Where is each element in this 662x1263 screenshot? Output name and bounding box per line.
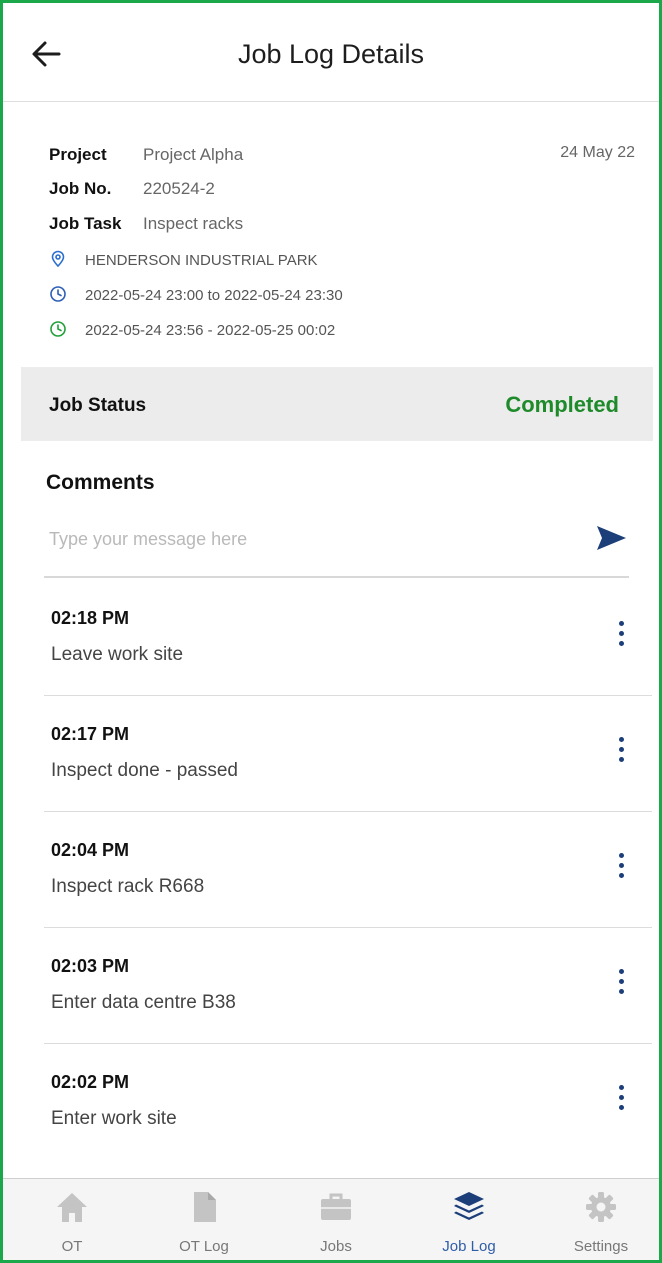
comment-time: 02:02 PM (51, 1072, 130, 1092)
comment-item: 02:02 PM Enter work site (44, 1043, 652, 1159)
gear-icon (586, 1192, 616, 1222)
bottom-navigation: OT OT Log Jobs Job Log Settings (3, 1178, 659, 1260)
nav-label: Jobs (320, 1238, 352, 1255)
input-underline (44, 576, 629, 578)
comment-time: 02:03 PM (51, 956, 130, 976)
scheduled-time-text: 2022-05-24 23:00 to 2022-05-24 23:30 (85, 287, 343, 304)
nav-label: OT (61, 1238, 83, 1255)
more-options-icon[interactable] (610, 1085, 632, 1119)
clock-icon (49, 285, 67, 303)
project-row: Project Project Alpha (49, 145, 243, 169)
nav-label: Job Log (442, 1238, 496, 1255)
comment-text: Enter work site (51, 1108, 177, 1129)
nav-label: OT Log (179, 1238, 229, 1255)
comment-item: 02:17 PM Inspect done - passed (44, 695, 652, 812)
scheduled-time-row: 2022-05-24 23:00 to 2022-05-24 23:30 (49, 285, 343, 304)
location-row: HENDERSON INDUSTRIAL PARK (49, 250, 318, 269)
nav-item-settings[interactable]: Settings (541, 1179, 659, 1260)
job-status-bar: Job Status Completed (21, 367, 653, 441)
comment-text: Inspect done - passed (51, 760, 238, 781)
location-text: HENDERSON INDUSTRIAL PARK (85, 252, 318, 269)
nav-label: Settings (573, 1238, 629, 1255)
send-icon (597, 526, 626, 550)
message-input[interactable] (47, 515, 591, 563)
comment-time: 02:17 PM (51, 724, 130, 744)
send-button[interactable] (594, 521, 628, 555)
job-task-label: Job Task (49, 214, 122, 233)
comments-title: Comments (46, 471, 155, 494)
more-options-icon[interactable] (610, 737, 632, 771)
comment-item: 02:04 PM Inspect rack R668 (44, 811, 652, 928)
actual-time-row: 2022-05-24 23:56 - 2022-05-25 00:02 (49, 320, 335, 339)
comment-time: 02:04 PM (51, 840, 130, 860)
app-frame: Job Log Details Project Project Alpha Job… (0, 0, 662, 1263)
comment-text: Inspect rack R668 (51, 876, 205, 897)
comment-item: 02:18 PM Leave work site (44, 579, 652, 696)
home-icon (57, 1193, 87, 1222)
comment-text: Leave work site (51, 644, 184, 665)
nav-item-ot[interactable]: OT (12, 1179, 132, 1260)
actual-time-text: 2022-05-24 23:56 - 2022-05-25 00:02 (85, 322, 336, 339)
comment-time: 02:18 PM (51, 608, 130, 628)
job-no-row: Job No. 220524-2 (49, 179, 215, 203)
job-task-value: Inspect racks (143, 214, 244, 233)
nav-item-ot-log[interactable]: OT Log (144, 1179, 264, 1260)
briefcase-icon (321, 1193, 351, 1220)
job-status-value: Completed (505, 392, 619, 417)
page-title: Job Log Details (237, 39, 425, 69)
job-task-row: Job Task Inspect racks (49, 214, 243, 238)
more-options-icon[interactable] (610, 621, 632, 655)
job-status-label: Job Status (49, 395, 147, 416)
document-icon (194, 1192, 216, 1222)
nav-item-job-log[interactable]: Job Log (409, 1179, 529, 1260)
location-pin-icon (49, 250, 67, 268)
comment-text: Enter data centre B38 (51, 992, 236, 1013)
comment-item: 02:03 PM Enter data centre B38 (44, 927, 652, 1044)
more-options-icon[interactable] (610, 969, 632, 1003)
more-options-icon[interactable] (610, 853, 632, 887)
job-no-value: 220524-2 (143, 179, 215, 198)
job-date: 24 May 22 (560, 144, 635, 161)
project-label: Project (49, 145, 107, 164)
job-no-label: Job No. (49, 179, 112, 198)
clock-check-icon (49, 320, 67, 338)
nav-item-jobs[interactable]: Jobs (276, 1179, 396, 1260)
project-value: Project Alpha (143, 145, 244, 164)
app-header: Job Log Details (3, 3, 659, 102)
layers-icon (454, 1192, 484, 1220)
